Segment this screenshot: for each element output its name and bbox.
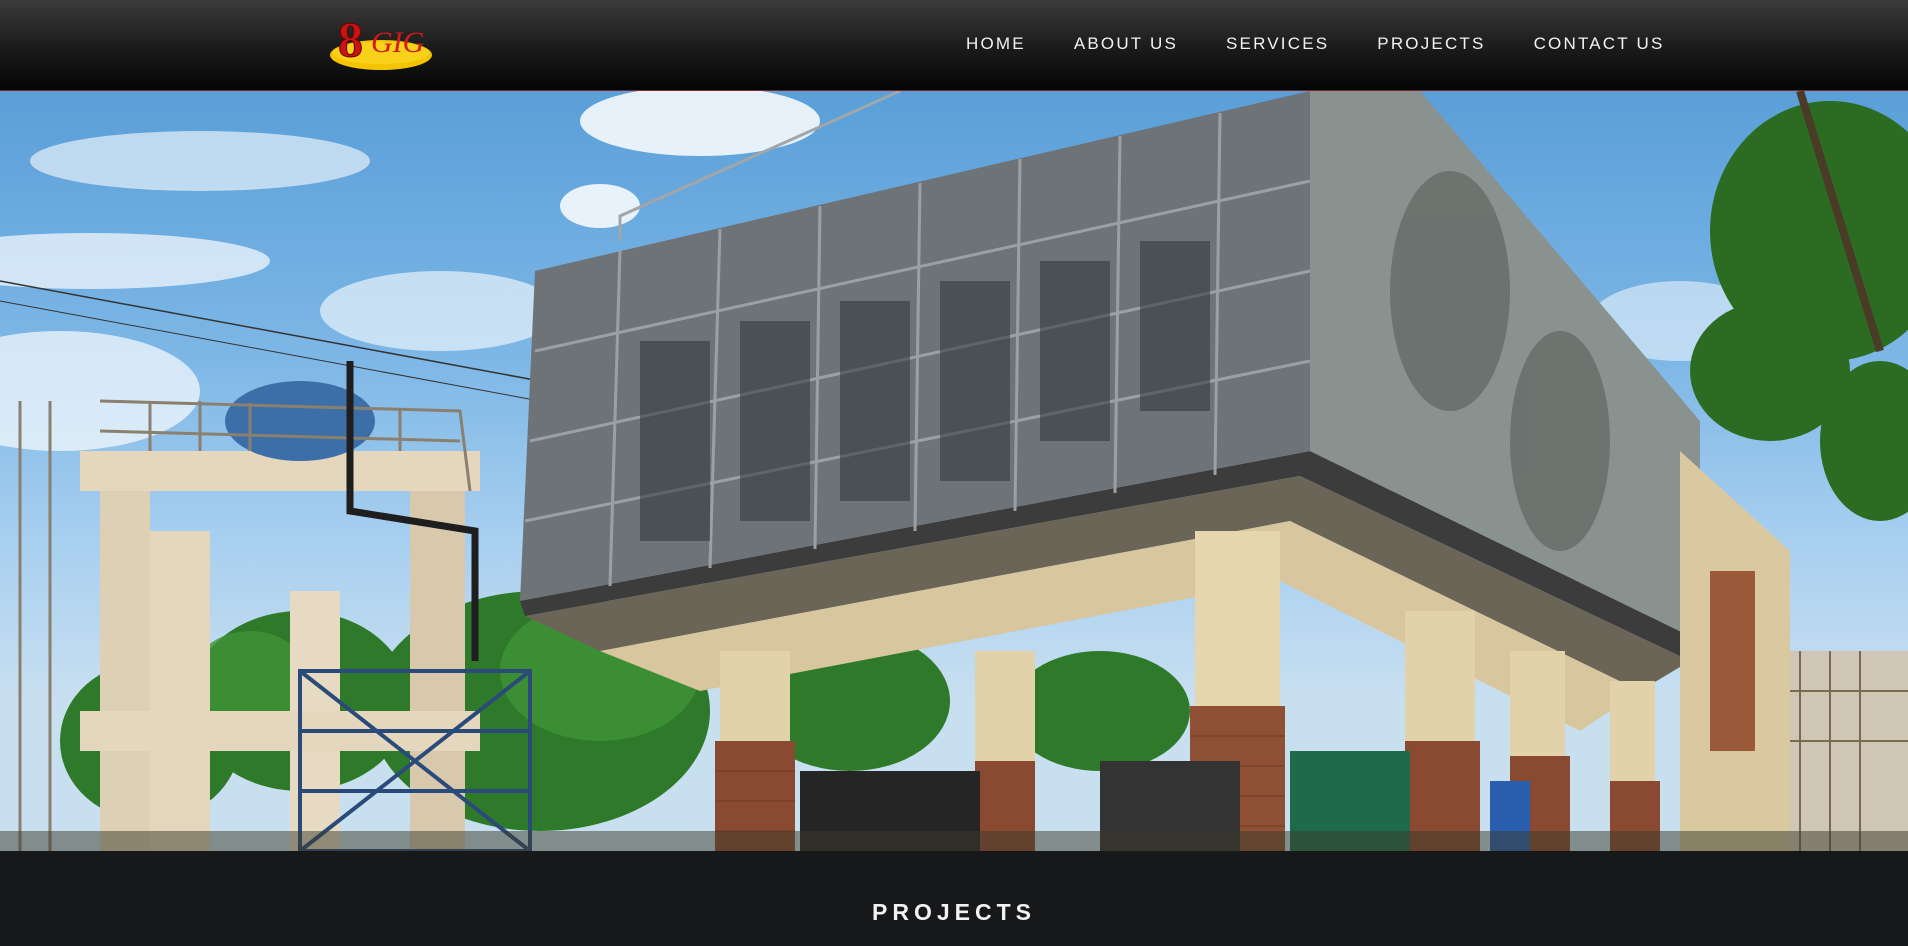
section-title: PROJECTS [872, 899, 1036, 925]
nav-projects[interactable]: PROJECTS [1377, 34, 1485, 54]
projects-section: PROJECTS [0, 851, 1908, 946]
nav-contact-us[interactable]: CONTACT US [1534, 34, 1665, 54]
main-nav: HOME ABOUT US SERVICES PROJECTS CONTACT … [966, 0, 1665, 88]
company-logo[interactable]: 8 GIG [328, 12, 434, 72]
nav-services[interactable]: SERVICES [1226, 34, 1329, 54]
top-navbar: 8 GIG HOME ABOUT US SERVICES PROJECTS CO… [0, 0, 1908, 91]
nav-home[interactable]: HOME [966, 34, 1026, 54]
nav-about-us[interactable]: ABOUT US [1074, 34, 1178, 54]
logo-icon: 8 GIG [330, 12, 432, 70]
logo-text: GIG [371, 26, 425, 59]
hero-banner-image [0, 91, 1908, 851]
building-photo-icon [0, 91, 1908, 851]
logo-digit: 8 [338, 12, 363, 67]
